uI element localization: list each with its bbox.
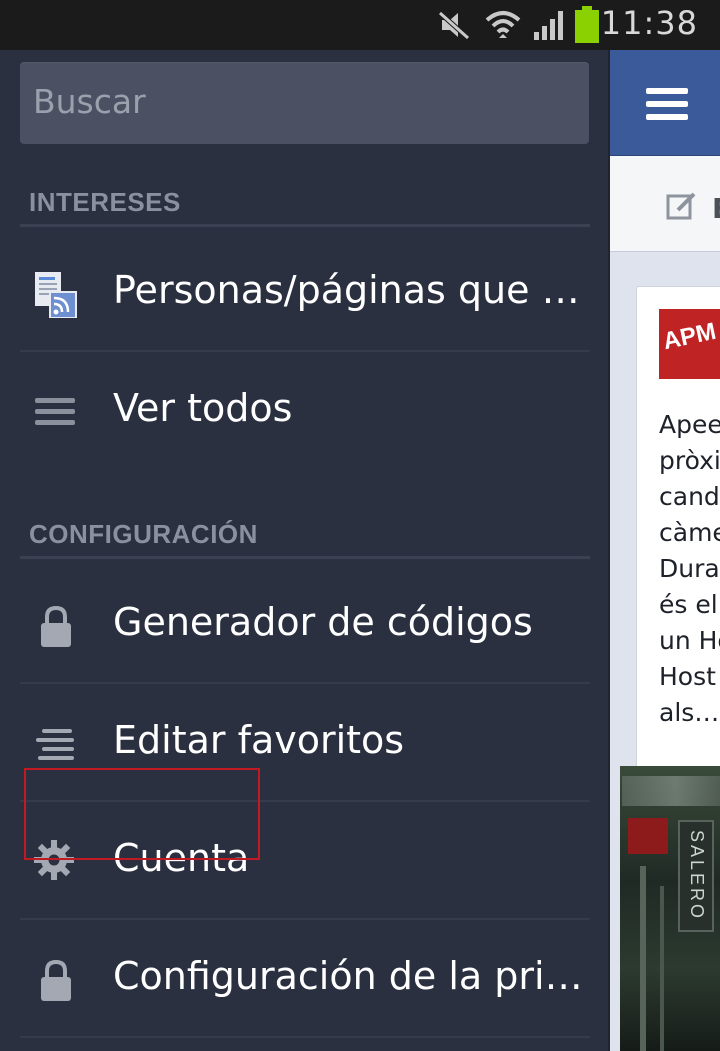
post-line: Host (659, 662, 716, 691)
highlight-box (24, 768, 260, 860)
sidebar-item-configuracion-privacidad[interactable]: Configuración de la priva… (20, 920, 590, 1038)
logo-text: APM (660, 317, 719, 356)
main-feed-peek[interactable]: E APM Apee pròxi cand càme Dura és el un… (608, 50, 720, 1051)
sidebar-item-ver-todos[interactable]: Ver todos (20, 352, 590, 470)
post-card[interactable]: APM Apee pròxi cand càme Dura és el un H… (636, 286, 720, 776)
post-line: és el (659, 590, 718, 619)
page-logo: APM (659, 309, 720, 379)
compose-icon (666, 192, 696, 220)
sidebar-item-label: Generador de códigos (113, 600, 533, 644)
signal-icon (534, 11, 563, 40)
section-title: CONFIGURACIÓN (29, 519, 258, 549)
post-line: als…C (659, 695, 720, 731)
wifi-icon (485, 11, 521, 38)
post-line: càme (659, 518, 720, 547)
sidebar-item-label: Ver todos (113, 386, 293, 430)
post-line: pròxi (659, 446, 720, 475)
post-line-text: als… (659, 698, 720, 727)
navigation-drawer: Buscar INTERESES Personas/páginas que s…… (0, 50, 608, 1051)
publish-label: E (712, 192, 720, 225)
post-line: cand (659, 482, 720, 511)
sidebar-item-label: Configuración de la priva… (113, 954, 588, 998)
section-title: INTERESES (29, 187, 181, 217)
photo-sign: SALERO (678, 820, 714, 932)
sidebar-item-personas-paginas[interactable]: Personas/páginas que s… (20, 234, 590, 352)
post-line: Apee (659, 410, 720, 439)
post-line: un Ho (659, 626, 720, 655)
search-placeholder: Buscar (33, 82, 146, 121)
post-line: Dura (659, 554, 720, 583)
battery-icon (575, 6, 599, 43)
section-header-configuracion: CONFIGURACIÓN (20, 515, 590, 559)
photo-sign-text: SALERO (687, 830, 707, 922)
feed-page-icon (35, 272, 77, 318)
menu-icon[interactable] (646, 88, 688, 127)
post-photo[interactable]: SALERO (620, 766, 720, 1051)
sidebar-item-generador-de-codigos[interactable]: Generador de códigos (20, 566, 590, 684)
lock-icon (41, 959, 71, 1001)
post-text: Apee pròxi cand càme Dura és el un Ho Ho… (659, 407, 720, 731)
sidebar-item-label: Editar favoritos (113, 718, 405, 762)
reorder-icon (36, 729, 74, 760)
search-input[interactable]: Buscar (20, 62, 589, 144)
clock: 11:38 (600, 4, 698, 42)
section-header-intereses: INTERESES (20, 183, 590, 227)
list-icon (35, 398, 75, 425)
publish-bar[interactable]: E (610, 156, 720, 252)
sidebar-item-label: Personas/páginas que s… (113, 268, 588, 312)
mute-icon (438, 11, 470, 40)
status-bar: 11:38 (0, 0, 720, 50)
top-bar (610, 50, 720, 156)
lock-icon (41, 605, 71, 647)
